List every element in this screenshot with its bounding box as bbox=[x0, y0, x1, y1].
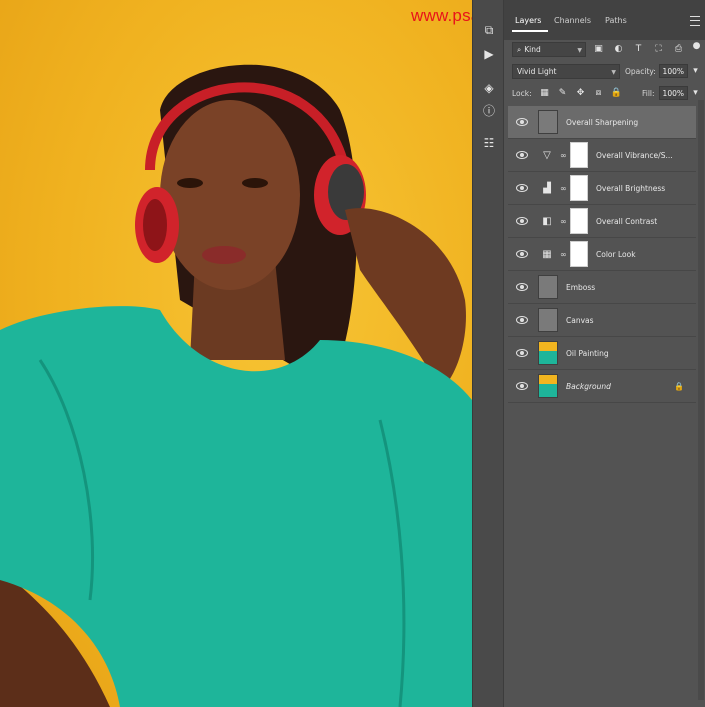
panel-tabs: Layers Channels Paths bbox=[504, 0, 705, 40]
layer-thumbnail bbox=[538, 341, 558, 365]
smartobject-filter-icon[interactable]: ⎙ bbox=[673, 43, 684, 54]
image-canvas[interactable]: www.psahz.com/chai.com bbox=[0, 0, 472, 707]
layer-name: Color Look bbox=[596, 249, 636, 259]
lock-icon: 🔒 bbox=[674, 381, 684, 391]
layer-row[interactable]: Overall Sharpening bbox=[508, 106, 696, 139]
lock-image-icon[interactable]: ✎ bbox=[557, 87, 568, 98]
link-chain-icon: ∞ bbox=[560, 216, 567, 226]
fill-label: Fill: bbox=[642, 89, 655, 98]
blend-mode-value: Vivid Light bbox=[517, 67, 557, 76]
layers-scrollbar[interactable] bbox=[698, 100, 704, 700]
layer-name: Overall Sharpening bbox=[566, 117, 639, 127]
layer-row[interactable]: ▦ ∞ Color Look bbox=[508, 238, 696, 271]
histogram-icon: ▟ bbox=[543, 182, 551, 194]
visibility-eye-icon[interactable] bbox=[516, 184, 528, 192]
active-tab-indicator bbox=[512, 30, 548, 32]
layer-name: Overall Contrast bbox=[596, 216, 658, 226]
lock-all-icon[interactable]: 🔒 bbox=[611, 87, 622, 98]
adjustment-filter-icon[interactable]: ◐ bbox=[613, 43, 624, 54]
filter-kind-select[interactable]: ⌕ Kind ▼ bbox=[512, 42, 586, 57]
fill-input[interactable]: 100% bbox=[659, 86, 688, 100]
grid-icon: ▦ bbox=[542, 248, 552, 260]
visibility-eye-icon[interactable] bbox=[516, 151, 528, 159]
link-chain-icon: ∞ bbox=[560, 249, 567, 259]
opacity-input[interactable]: 100% bbox=[659, 64, 688, 78]
info-icon[interactable]: ⓘ bbox=[481, 102, 497, 118]
layer-name: Oil Painting bbox=[566, 348, 609, 358]
layer-name: Overall Vibrance/S... bbox=[596, 150, 673, 160]
tab-layers[interactable]: Layers bbox=[515, 16, 541, 25]
watermark-text: www.psahz.com/chai.com bbox=[411, 6, 472, 25]
filter-kind-label: Kind bbox=[524, 45, 541, 54]
lock-artboard-icon[interactable]: ⧈ bbox=[593, 87, 604, 98]
layer-mask-thumbnail bbox=[570, 241, 588, 267]
layer-row[interactable]: Emboss bbox=[508, 271, 696, 304]
visibility-eye-icon[interactable] bbox=[516, 349, 528, 357]
link-chain-icon: ∞ bbox=[560, 183, 567, 193]
triangle-icon: ▽ bbox=[543, 149, 551, 161]
layer-row[interactable]: ▽ ∞ Overall Vibrance/S... bbox=[508, 139, 696, 172]
visibility-eye-icon[interactable] bbox=[516, 316, 528, 324]
layer-row[interactable]: ◧ ∞ Overall Contrast bbox=[508, 205, 696, 238]
layer-mask-thumbnail bbox=[570, 175, 588, 201]
layer-name: Emboss bbox=[566, 282, 596, 292]
lock-transparency-icon[interactable]: ▦ bbox=[539, 87, 550, 98]
link-chain-icon: ∞ bbox=[560, 150, 567, 160]
properties-icon[interactable]: ☷ bbox=[481, 135, 497, 151]
panel-toolstrip: ⧉ ▶ ◈ ⓘ ☷ bbox=[472, 0, 503, 707]
visibility-eye-icon[interactable] bbox=[516, 382, 528, 390]
visibility-eye-icon[interactable] bbox=[516, 283, 528, 291]
layer-row[interactable]: Background 🔒 bbox=[508, 370, 696, 403]
layer-thumbnail bbox=[538, 308, 558, 332]
shape-filter-icon[interactable]: ⛶ bbox=[653, 43, 664, 54]
search-icon: ⌕ bbox=[517, 44, 522, 54]
visibility-eye-icon[interactable] bbox=[516, 217, 528, 225]
layers-list: Overall Sharpening ▽ ∞ Overall Vibrance/… bbox=[508, 106, 696, 403]
layer-name: Background bbox=[566, 381, 611, 391]
layer-name: Canvas bbox=[566, 315, 594, 325]
blend-mode-select[interactable]: Vivid Light ▼ bbox=[512, 64, 620, 79]
fill-dropdown-icon[interactable]: ▾ bbox=[690, 87, 701, 98]
3d-icon[interactable]: ◈ bbox=[481, 80, 497, 96]
chevron-down-icon: ▼ bbox=[577, 47, 582, 54]
type-filter-icon[interactable]: T bbox=[633, 43, 644, 54]
layer-thumbnail bbox=[538, 110, 558, 134]
filter-toggle-icon[interactable]: ● bbox=[691, 40, 702, 51]
layer-row[interactable]: Oil Painting bbox=[508, 337, 696, 370]
layers-panel: Layers Channels Paths ⌕ Kind ▼ ▣ ◐ T ⛶ ⎙… bbox=[503, 0, 705, 707]
layer-name: Overall Brightness bbox=[596, 183, 666, 193]
panel-menu-icon[interactable] bbox=[690, 16, 700, 26]
tab-channels[interactable]: Channels bbox=[554, 16, 591, 25]
visibility-eye-icon[interactable] bbox=[516, 250, 528, 258]
opacity-label: Opacity: bbox=[625, 67, 656, 76]
opacity-dropdown-icon[interactable]: ▾ bbox=[690, 65, 701, 76]
pixel-filter-icon[interactable]: ▣ bbox=[593, 43, 604, 54]
lock-label: Lock: bbox=[512, 89, 532, 98]
visibility-eye-icon[interactable] bbox=[516, 118, 528, 126]
history-icon[interactable]: ⧉ bbox=[481, 22, 497, 38]
gradient-icon: ◧ bbox=[542, 215, 552, 227]
layer-thumbnail bbox=[538, 275, 558, 299]
play-icon[interactable]: ▶ bbox=[481, 46, 497, 62]
layer-row[interactable]: Canvas bbox=[508, 304, 696, 337]
layer-row[interactable]: ▟ ∞ Overall Brightness bbox=[508, 172, 696, 205]
portrait-image bbox=[0, 64, 472, 707]
tab-paths[interactable]: Paths bbox=[605, 16, 627, 25]
chevron-down-icon: ▼ bbox=[611, 69, 616, 76]
lock-position-icon[interactable]: ✥ bbox=[575, 87, 586, 98]
layer-mask-thumbnail bbox=[570, 208, 588, 234]
layer-thumbnail bbox=[538, 374, 558, 398]
layer-mask-thumbnail bbox=[570, 142, 588, 168]
